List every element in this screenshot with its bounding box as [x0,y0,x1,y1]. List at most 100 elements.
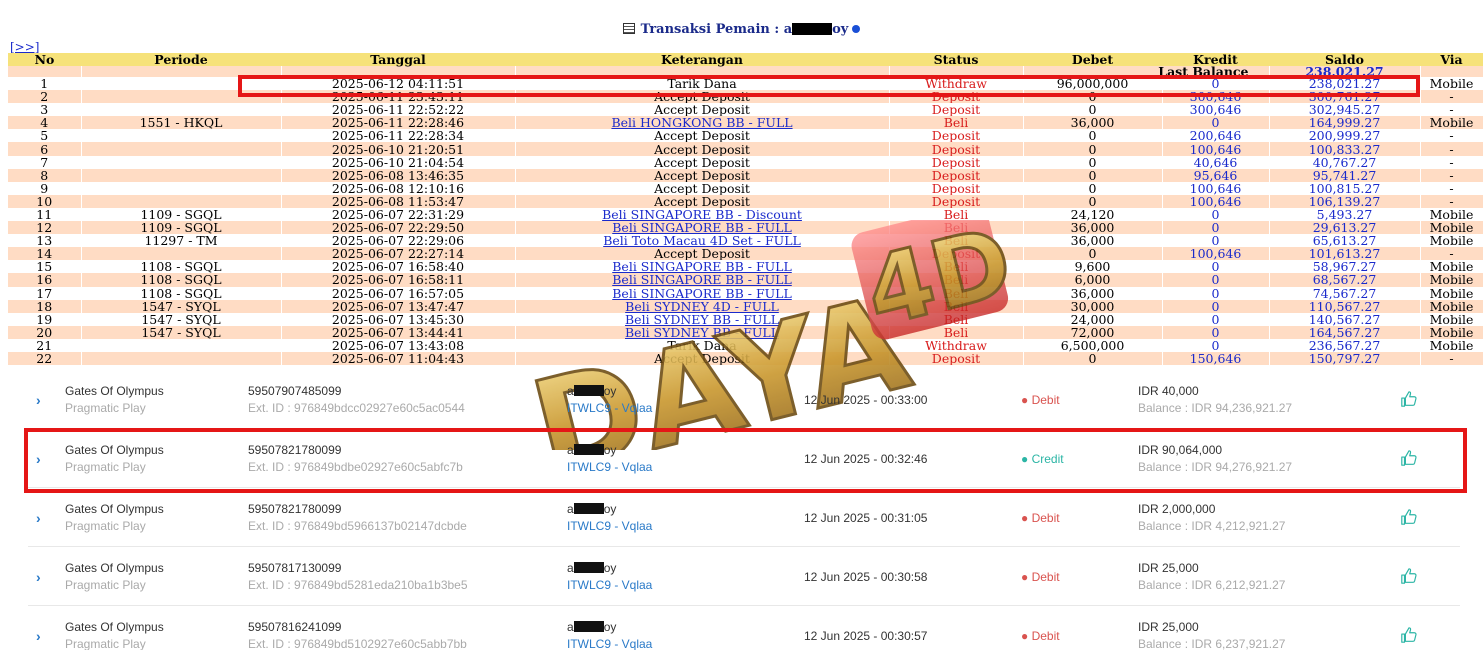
transaction-amount: IDR 25,000 [1138,561,1199,575]
cell-no: 11 [8,207,82,222]
cell-via: - [1420,351,1483,366]
table-row: 17 1108 - SGQL 2025-06-07 16:57:05 Beli SIN… [8,286,1483,300]
account-link[interactable]: ITWLC9 - Vqlaa [567,401,652,415]
game-provider: Pragmatic Play [65,519,146,533]
transaction-table: No Periode Tanggal Keterangan Status Deb… [8,53,1483,366]
username-prefix: a [567,561,574,575]
external-id: Ext. ID : 976849bd5281eda210ba1b3be5 [248,578,468,592]
cell-kredit: 100,646 [1162,247,1270,261]
cell-debet: 36,000 [1023,221,1163,235]
keterangan-link[interactable]: Beli SYDNEY BB - FULL [625,326,779,339]
transaction-id: 59507816241099 [248,620,342,634]
cell-kredit: 100,646 [1162,142,1270,156]
table-row: 18 1547 - SYQL 2025-06-07 13:47:47 Beli SYD… [8,299,1483,313]
thumbs-up-icon[interactable] [1400,508,1418,526]
cell-status: Beli [889,286,1024,300]
list-item[interactable]: › Gates Of Olympus Pragmatic Play 595079074… [28,370,1460,429]
cell-periode: 1547 - SYQL [81,299,282,313]
keterangan-link[interactable]: Beli SINGAPORE BB - FULL [612,287,792,300]
cell-periode: 1551 - HKQL [81,116,282,130]
cell-tanggal: 2025-06-07 16:57:05 [281,286,516,300]
cell-periode: 1547 - SYQL [81,325,282,339]
chevron-right-icon[interactable]: › [36,510,41,526]
game-transaction-list: › Gates Of Olympus Pragmatic Play 595079074… [28,370,1460,650]
col-header-tanggal: Tanggal [281,53,515,66]
cell-kredit: 0 [1162,260,1270,274]
keterangan-link[interactable]: Beli SYDNEY BB - FULL [625,313,779,326]
keterangan-link[interactable]: Beli SYDNEY 4D - FULL [625,300,779,313]
cell-keterangan: Beli SINGAPORE BB - FULL [515,273,890,287]
cell-debet: 6,000 [1023,273,1163,287]
cell-status: Deposit [889,181,1024,195]
redacted-username [573,385,604,396]
list-item[interactable]: › Gates Of Olympus Pragmatic Play 595078217… [28,488,1460,547]
cell-debet: 0 [1023,142,1163,156]
cell-tanggal: 2025-06-07 22:31:29 [281,207,516,222]
table-row: 21 2025-06-07 13:43:08 Tarik Dana Withdraw 6… [8,338,1483,352]
cell-keterangan: Accept Deposit [515,103,890,117]
account-link[interactable]: ITWLC9 - Vqlaa [567,637,652,650]
keterangan-link[interactable]: Beli SINGAPORE BB - FULL [612,221,792,234]
chevron-right-icon[interactable]: › [36,628,41,644]
keterangan-link[interactable]: Beli SINGAPORE BB - FULL [612,260,792,273]
chevron-right-icon[interactable]: › [36,392,41,408]
keterangan-link[interactable]: Beli Toto Macau 4D Set - FULL [603,234,801,247]
game-provider: Pragmatic Play [65,401,146,415]
table-row: 22 2025-06-07 11:04:43 Accept Deposit Depos… [8,351,1483,366]
redacted-name [792,23,833,35]
cell-periode [81,155,282,169]
table-row: 5 2025-06-11 22:28:34 Accept Deposit Deposi… [8,129,1483,143]
table-row: 16 1108 - SGQL 2025-06-07 16:58:11 Beli SIN… [8,273,1483,287]
cell-tanggal: 2025-06-08 12:10:16 [281,181,516,195]
chevron-right-icon[interactable]: › [36,569,41,585]
cell-kredit: 0 [1162,234,1270,248]
cell-keterangan: Beli HONGKONG BB - FULL [515,116,890,130]
cell-status: Beli [889,299,1024,313]
table-row: 12 1109 - SGQL 2025-06-07 22:29:50 Beli SIN… [8,221,1483,235]
cell-status: Deposit [889,351,1024,366]
thumbs-up-icon[interactable] [1400,390,1418,408]
cell-status: Beli [889,325,1024,339]
table-row: 6 2025-06-10 21:20:51 Accept Deposit Deposi… [8,142,1483,156]
cell-periode: 1109 - SGQL [81,221,282,235]
info-icon[interactable] [852,25,861,33]
cell-keterangan: Accept Deposit [515,142,890,156]
table-row: 3 2025-06-11 22:52:22 Accept Deposit Deposi… [8,103,1483,117]
cell-tanggal: 2025-06-11 22:28:34 [281,129,516,143]
cell-saldo: 164,999.27 [1269,116,1421,130]
cell-tanggal: 2025-06-11 22:52:22 [281,103,516,117]
cell-keterangan: Beli SINGAPORE BB - FULL [515,221,890,235]
cell-saldo: 106,139.27 [1269,194,1421,208]
cell-via: - [1420,142,1483,156]
cell-keterangan: Tarik Dana [515,338,890,352]
thumbs-up-icon[interactable] [1400,567,1418,585]
cell-keterangan: Beli SINGAPORE BB - FULL [515,260,890,274]
game-name: Gates Of Olympus [65,620,164,634]
cell-no: 12 [8,221,82,235]
keterangan-link[interactable]: Beli HONGKONG BB - FULL [611,116,792,129]
thumbs-up-icon[interactable] [1400,626,1418,644]
list-item[interactable]: › Gates Of Olympus Pragmatic Play 595078171… [28,547,1460,606]
cell-tanggal: 2025-06-07 22:29:06 [281,234,516,248]
list-item[interactable]: › Gates Of Olympus Pragmatic Play 595078162… [28,606,1460,650]
cell-no: 2 [8,90,82,104]
cell-tanggal: 2025-06-10 21:20:51 [281,142,516,156]
cell-periode: 1109 - SGQL [81,207,282,222]
cell-tanggal: 2025-06-07 13:45:30 [281,312,516,326]
table-row: 20 1547 - SYQL 2025-06-07 13:44:41 Beli SYD… [8,325,1483,339]
cell-saldo: 95,741.27 [1269,168,1421,182]
cell-tanggal: 2025-06-11 22:28:46 [281,116,516,130]
cell-saldo: 236,567.27 [1269,338,1421,352]
cell-status: Deposit [889,168,1024,182]
cell-debet: 24,120 [1023,207,1163,222]
cell-kredit: 0 [1162,325,1270,339]
keterangan-link[interactable]: Beli SINGAPORE BB - FULL [612,273,792,286]
cell-periode: 1108 - SGQL [81,260,282,274]
cell-saldo: 150,797.27 [1269,351,1421,366]
cell-periode [81,351,282,366]
keterangan-link[interactable]: Beli SINGAPORE BB - Discount [602,208,802,221]
cell-saldo: 200,999.27 [1269,129,1421,143]
page-title: Transaksi Pemain : a oy [0,22,1483,37]
account-link[interactable]: ITWLC9 - Vqlaa [567,578,652,592]
account-link[interactable]: ITWLC9 - Vqlaa [567,519,652,533]
